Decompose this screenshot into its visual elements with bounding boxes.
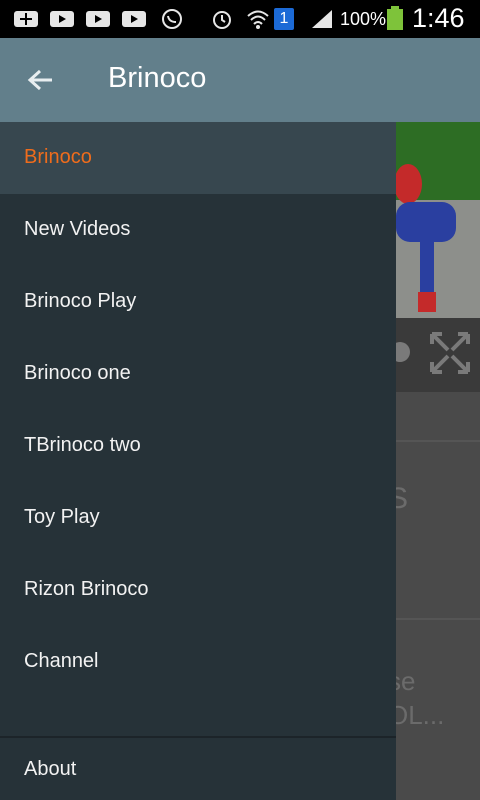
back-button[interactable] [22, 62, 58, 98]
alarm-icon [210, 8, 234, 30]
divider [396, 618, 480, 620]
video-thumbnail [396, 122, 480, 318]
drawer-item-about[interactable]: About [0, 734, 396, 800]
video-icon [86, 11, 110, 27]
drawer-item-toy-play[interactable]: Toy Play [0, 482, 396, 554]
app-bar: Brinoco [0, 38, 480, 122]
drawer-item-rizon-brinoco[interactable]: Rizon Brinoco [0, 554, 396, 626]
fullscreen-icon [390, 332, 470, 374]
status-bar: 1 100% 1:46 [0, 0, 480, 38]
navigation-drawer: Brinoco New Videos Brinoco Play Brinoco … [0, 122, 396, 800]
drawer-item-brinoco-play[interactable]: Brinoco Play [0, 266, 396, 338]
drawer-item-label: Rizon Brinoco [24, 578, 149, 600]
drawer-item-brinoco-one[interactable]: Brinoco one [0, 338, 396, 410]
wifi-icon [246, 8, 270, 30]
spiderman-figure [396, 164, 456, 312]
drawer-item-new-videos[interactable]: New Videos [0, 194, 396, 266]
battery-icon [386, 6, 404, 30]
drawer-item-label: About [24, 758, 77, 780]
video-icon [122, 11, 146, 27]
battery-percentage: 100% [340, 9, 387, 29]
drawer-item-label: Toy Play [24, 506, 100, 528]
signal-icon [310, 8, 334, 30]
drawer-item-label: New Videos [24, 218, 131, 240]
drawer-item-label: Brinoco one [24, 362, 131, 384]
drawer-item-channel[interactable]: Channel [0, 626, 396, 698]
drawer-item-label: Brinoco [24, 146, 92, 168]
drawer-item-label: TBrinoco two [24, 434, 141, 456]
drawer-item-label: Brinoco Play [24, 290, 137, 312]
divider [396, 440, 480, 442]
bg-text: OL... [388, 700, 445, 730]
drawer-item-tbrinoco-two[interactable]: TBrinoco two [0, 410, 396, 482]
whatsapp-icon [160, 8, 184, 30]
drawer-item-label: Channel [24, 650, 99, 672]
video-icon [50, 11, 74, 27]
add-icon [14, 11, 38, 27]
clock: 1:46 [412, 3, 465, 33]
sim-icon: 1 [274, 8, 294, 30]
drawer-item-brinoco[interactable]: Brinoco [0, 122, 396, 194]
app-title: Brinoco [108, 62, 207, 94]
video-controls [390, 318, 480, 392]
arrow-back-icon [27, 69, 52, 91]
